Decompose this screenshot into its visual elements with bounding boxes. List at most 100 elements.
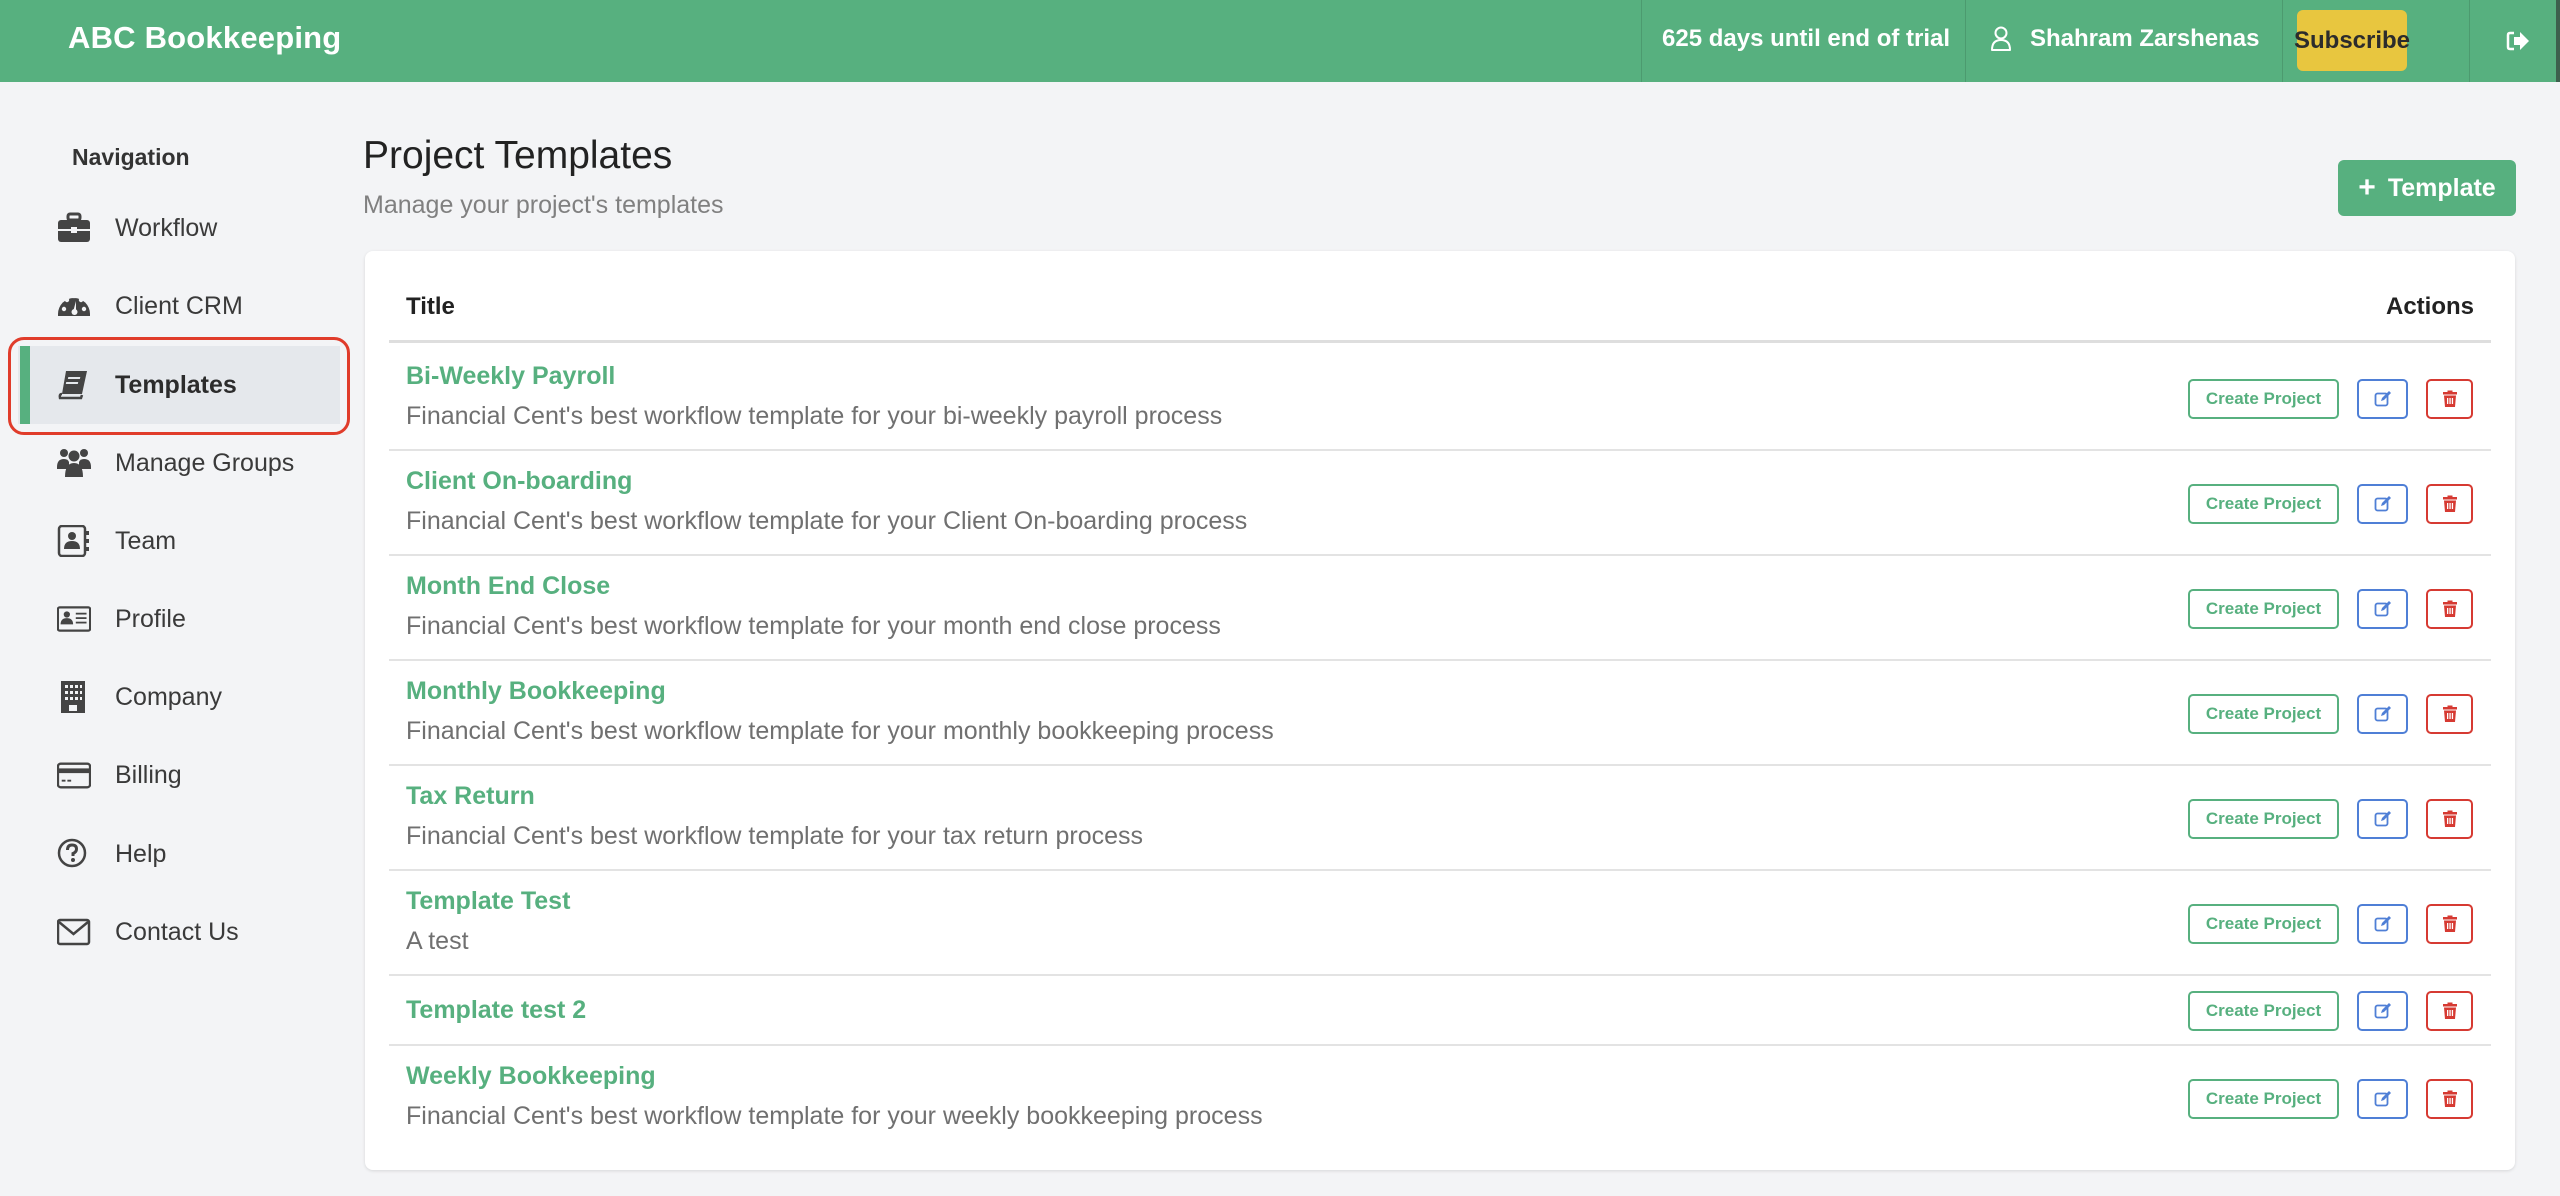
edit-icon: [2374, 600, 2391, 616]
edit-icon: [2374, 915, 2391, 931]
create-project-button[interactable]: Create Project: [2188, 991, 2339, 1031]
table-row: Monthly Bookkeeping Financial Cent's bes…: [389, 661, 2491, 766]
book-icon: [56, 368, 92, 402]
create-project-button[interactable]: Create Project: [2188, 483, 2339, 524]
row-actions: Create Project: [2188, 693, 2473, 734]
trash-icon: [2442, 495, 2457, 512]
add-template-label: Template: [2387, 173, 2496, 202]
table-row: Template Test A test Create Project: [389, 871, 2491, 976]
plus-icon: +: [2358, 171, 2376, 204]
address-book-icon: [56, 524, 92, 558]
sidebar-item-contact-us[interactable]: Contact Us: [18, 893, 340, 971]
user-outline-icon: [1991, 26, 2011, 51]
delete-button[interactable]: [2426, 693, 2473, 734]
dashboard-gauge-icon: [56, 289, 92, 323]
delete-button[interactable]: [2426, 991, 2473, 1031]
create-project-button[interactable]: Create Project: [2188, 693, 2339, 734]
edit-button[interactable]: [2357, 1078, 2408, 1119]
template-title-link[interactable]: Client On-boarding: [406, 467, 632, 496]
sidebar-item-team[interactable]: Team: [18, 502, 340, 580]
sidebar-item-client-crm[interactable]: Client CRM: [18, 267, 340, 345]
create-project-button[interactable]: Create Project: [2188, 903, 2339, 944]
template-description: Financial Cent's best workflow template …: [406, 1102, 1263, 1130]
sidebar-item-label: Templates: [115, 370, 237, 399]
edit-button[interactable]: [2357, 903, 2408, 944]
nav-heading: Navigation: [72, 144, 190, 170]
sidebar-item-label: Profile: [115, 604, 186, 633]
sidebar-item-billing[interactable]: Billing: [18, 736, 340, 814]
building-icon: [56, 680, 92, 714]
question-circle-icon: [56, 837, 92, 871]
user-name: Shahram Zarshenas: [2030, 25, 2260, 52]
trash-icon: [2442, 810, 2457, 827]
trash-icon: [2442, 1002, 2457, 1019]
edit-button[interactable]: [2357, 588, 2408, 629]
row-actions: Create Project: [2188, 991, 2473, 1031]
create-project-button[interactable]: Create Project: [2188, 378, 2339, 419]
create-project-button[interactable]: Create Project: [2188, 1078, 2339, 1119]
header-divider: [2282, 0, 2283, 82]
envelope-icon: [56, 915, 92, 949]
delete-button[interactable]: [2426, 1078, 2473, 1119]
trash-icon: [2442, 915, 2457, 932]
template-title-link[interactable]: Weekly Bookkeeping: [406, 1062, 656, 1091]
subscribe-button[interactable]: Subscribe: [2294, 10, 2410, 71]
template-description: Financial Cent's best workflow template …: [406, 822, 1144, 850]
table-header: Title Actions: [389, 251, 2491, 343]
table-row: Weekly Bookkeeping Financial Cent's best…: [389, 1046, 2491, 1151]
sidebar-item-workflow[interactable]: Workflow: [18, 189, 340, 267]
briefcase-icon: [56, 211, 92, 245]
edit-button[interactable]: [2357, 798, 2408, 839]
add-template-button[interactable]: + Template: [2338, 160, 2516, 216]
sidebar-item-label: Help: [115, 839, 167, 868]
delete-button[interactable]: [2426, 903, 2473, 944]
template-title-link[interactable]: Template Test: [406, 887, 570, 916]
sidebar-item-help[interactable]: Help: [18, 815, 340, 893]
row-actions: Create Project: [2188, 903, 2473, 944]
page-title: Project Templates: [363, 134, 673, 177]
edit-icon: [2374, 1090, 2391, 1106]
sidebar-item-label: Team: [115, 526, 177, 555]
edit-button[interactable]: [2357, 693, 2408, 734]
sidebar-item-company[interactable]: Company: [18, 658, 340, 736]
column-header-actions: Actions: [2385, 293, 2474, 320]
template-description: Financial Cent's best workflow template …: [406, 612, 1221, 640]
template-title-link[interactable]: Tax Return: [406, 782, 535, 811]
id-card-icon: [56, 602, 92, 636]
delete-button[interactable]: [2426, 588, 2473, 629]
create-project-button[interactable]: Create Project: [2188, 588, 2339, 629]
create-project-button[interactable]: Create Project: [2188, 798, 2339, 839]
edit-button[interactable]: [2357, 991, 2408, 1031]
template-description: Financial Cent's best workflow template …: [406, 507, 1248, 535]
sidebar-item-manage-groups[interactable]: Manage Groups: [18, 424, 340, 502]
table-row: Month End Close Financial Cent's best wo…: [389, 556, 2491, 661]
sign-out-icon[interactable]: [2506, 30, 2530, 52]
row-actions: Create Project: [2188, 378, 2473, 419]
sidebar-item-label: Workflow: [115, 213, 218, 242]
edit-button[interactable]: [2357, 378, 2408, 419]
row-actions: Create Project: [2188, 483, 2473, 524]
header-divider: [1965, 0, 1966, 82]
row-actions: Create Project: [2188, 588, 2473, 629]
edit-button[interactable]: [2357, 483, 2408, 524]
sidebar-item-templates[interactable]: Templates: [18, 346, 340, 424]
template-title-link[interactable]: Bi-Weekly Payroll: [406, 362, 615, 391]
page-subtitle: Manage your project's templates: [363, 191, 724, 219]
template-title-link[interactable]: Monthly Bookkeeping: [406, 677, 666, 706]
template-title-link[interactable]: Month End Close: [406, 572, 610, 601]
delete-button[interactable]: [2426, 483, 2473, 524]
user-menu[interactable]: Shahram Zarshenas: [1990, 25, 2259, 53]
template-title-link[interactable]: Template test 2: [406, 996, 586, 1025]
template-description: Financial Cent's best workflow template …: [406, 717, 1274, 745]
sidebar-item-label: Billing: [115, 760, 182, 789]
table-row: Bi-Weekly Payroll Financial Cent's best …: [389, 346, 2491, 451]
trash-icon: [2442, 390, 2457, 407]
brand-name[interactable]: ABC Bookkeeping: [68, 20, 341, 56]
delete-button[interactable]: [2426, 378, 2473, 419]
edit-icon: [2374, 1003, 2391, 1019]
delete-button[interactable]: [2426, 798, 2473, 839]
table-row: Tax Return Financial Cent's best workflo…: [389, 766, 2491, 871]
sidebar-item-profile[interactable]: Profile: [18, 580, 340, 658]
users-icon: [56, 446, 92, 480]
scrollbar[interactable]: [2556, 0, 2560, 82]
